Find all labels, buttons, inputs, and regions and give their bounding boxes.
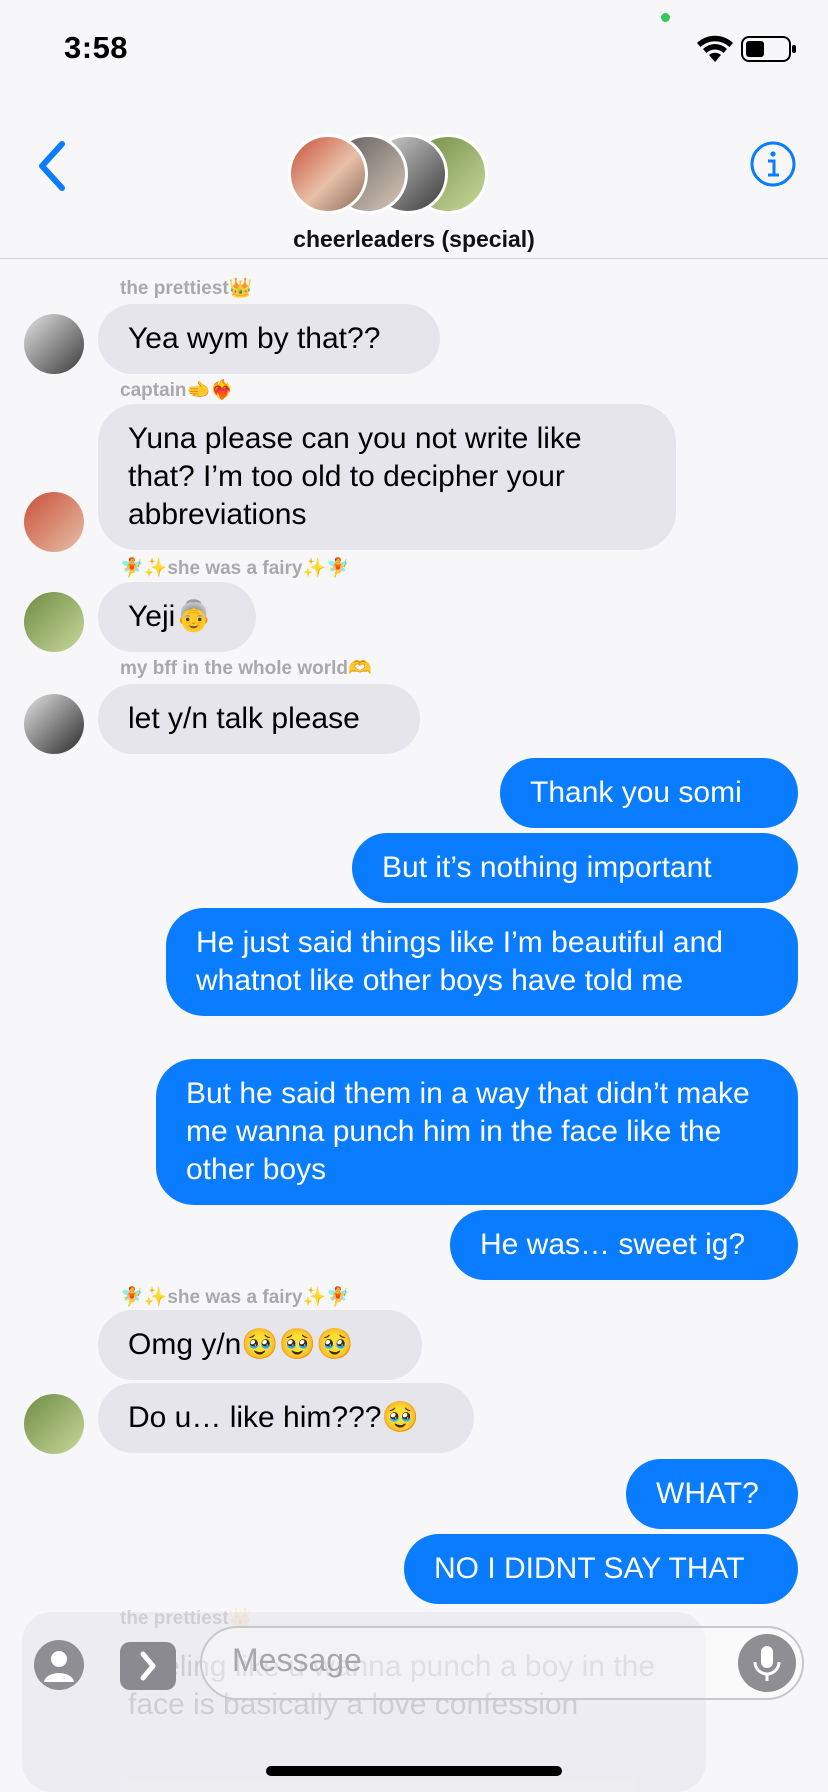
avatar[interactable] (24, 492, 84, 552)
battery-icon (741, 36, 796, 62)
status-bar: 3:58 (0, 0, 828, 100)
sender-label: 🧚✨she was a fairy✨🧚 (120, 558, 350, 579)
sender-label: 🧚✨she was a fairy✨🧚 (120, 1287, 350, 1308)
outgoing-message[interactable]: He was… sweet ig? (450, 1210, 798, 1280)
microphone-icon (753, 1646, 781, 1681)
message-placeholder: Message (232, 1642, 362, 1678)
incoming-message[interactable]: Yeji👵 (98, 582, 256, 652)
mic-button[interactable] (738, 1634, 796, 1692)
back-chevron-icon[interactable] (34, 140, 70, 192)
avatar[interactable] (24, 314, 84, 374)
sender-label: captain🫲❤️‍🔥 (120, 380, 234, 401)
avatar[interactable] (24, 1394, 84, 1454)
incoming-message[interactable]: Omg y/n🥹🥹🥹 (98, 1310, 422, 1380)
avatar[interactable] (24, 592, 84, 652)
outgoing-message[interactable]: Thank you somi (500, 758, 798, 828)
sender-label: the prettiest👑 (120, 278, 253, 299)
privacy-indicator (661, 13, 670, 22)
home-indicator[interactable] (266, 1766, 562, 1776)
group-avatars[interactable] (288, 134, 488, 216)
message-input[interactable]: Message (200, 1626, 804, 1700)
incoming-message[interactable]: let y/n talk please (98, 684, 420, 754)
conversation-header: cheerleaders (special) (0, 100, 828, 259)
incoming-message[interactable]: Do u… like him???🥹 (98, 1383, 474, 1453)
outgoing-message[interactable]: But he said them in a way that didn’t ma… (156, 1059, 798, 1205)
group-name[interactable]: cheerleaders (special) (0, 226, 828, 253)
sender-label: my bff in the whole world🫶 (120, 658, 372, 679)
status-time: 3:58 (64, 30, 129, 65)
avatar[interactable] (24, 694, 84, 754)
avatar (288, 134, 368, 214)
contact-icon[interactable] (34, 1640, 84, 1690)
outgoing-message[interactable]: He just said things like I’m beautiful a… (166, 908, 798, 1016)
outgoing-message[interactable]: But it’s nothing important (352, 833, 798, 903)
chevron-right-icon (140, 1651, 156, 1681)
apps-toggle-button[interactable] (120, 1642, 176, 1690)
outgoing-message[interactable]: WHAT? (626, 1459, 798, 1529)
incoming-message[interactable]: Yuna please can you not write like that?… (98, 404, 676, 550)
person-icon (44, 1651, 74, 1682)
info-icon[interactable] (749, 140, 797, 188)
wifi-icon (697, 35, 733, 62)
incoming-message[interactable]: Yea wym by that?? (98, 304, 440, 374)
outgoing-message[interactable]: NO I DIDNT SAY THAT (404, 1534, 798, 1604)
